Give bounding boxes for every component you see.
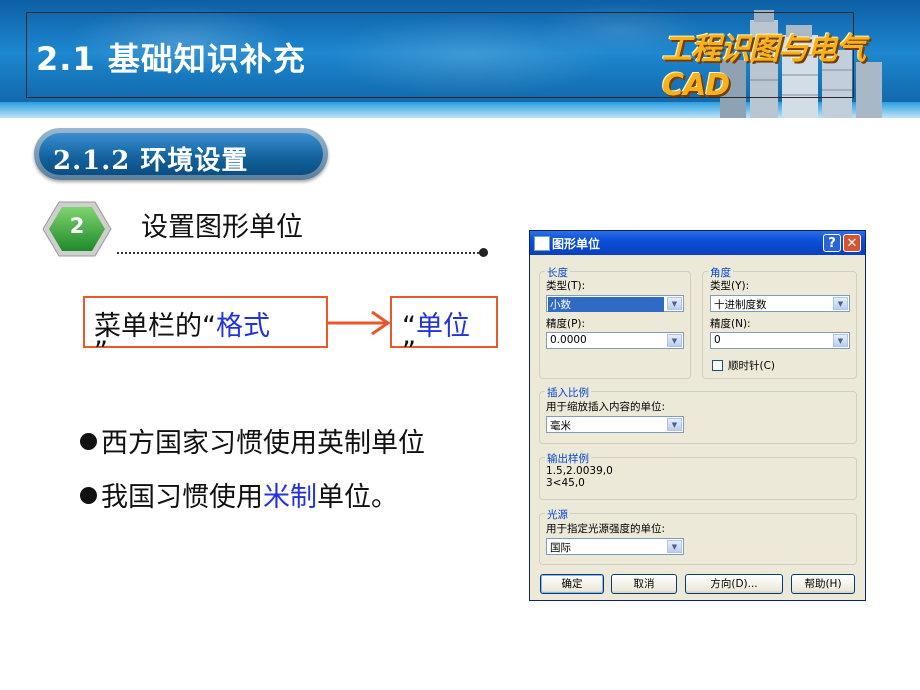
page-title: 2.1 基础知识补充 <box>36 40 306 78</box>
help-button[interactable]: 帮助(H) <box>791 574 855 594</box>
sample-line-2: 3<45,0 <box>546 477 585 489</box>
insertion-desc: 用于缩放插入内容的单位: <box>546 401 666 413</box>
bullet-item-imperial: 西方国家习惯使用英制单位 <box>80 421 425 460</box>
insertion-group-title: 插入比例 <box>545 385 591 400</box>
bullet-text: 西方国家习惯使用英制单位 <box>101 428 425 459</box>
cancel-button[interactable]: 取消 <box>611 574 677 594</box>
bullet-highlight: 米制 <box>263 482 317 513</box>
chevron-down-icon[interactable]: ▼ <box>667 540 682 553</box>
insertion-units-value: 毫米 <box>550 420 571 432</box>
angle-group: 角度 类型(Y): 十进制度数 ▼ 精度(N): 0 ▼ 顺时针(C) <box>702 265 857 379</box>
insertion-scale-group: 插入比例 用于缩放插入内容的单位: 毫米 ▼ <box>539 385 857 444</box>
menu-units-link: 单位 <box>416 311 470 342</box>
chevron-down-icon[interactable]: ▼ <box>667 297 682 310</box>
menu-path-format-text: 菜单栏的“格式 <box>94 304 270 343</box>
section-pill-inner: 2.1.2 环境设置 <box>39 133 323 176</box>
divider-end-dot <box>479 248 488 257</box>
step-title: 设置图形单位 <box>141 212 303 243</box>
dialog-title: 图形单位 <box>552 237 601 251</box>
close-quote-1: ” <box>94 336 108 367</box>
section-heading-pill: 2.1.2 环境设置 <box>34 128 328 180</box>
length-type-label: 类型(T): <box>546 280 586 292</box>
sample-group-title: 输出样例 <box>545 451 591 466</box>
bullet-text-after: 单位。 <box>317 482 398 513</box>
brand-logo-text: 工程识图与电气CAD <box>662 32 866 103</box>
bullet-dot-icon <box>80 433 97 450</box>
angle-precision-label: 精度(N): <box>710 318 751 330</box>
lighting-units-value: 国际 <box>550 542 571 554</box>
ok-button[interactable]: 确定 <box>540 574 604 594</box>
angle-type-select[interactable]: 十进制度数 ▼ <box>710 295 850 312</box>
help-icon[interactable]: ? <box>823 234 841 252</box>
angle-precision-value: 0 <box>714 334 721 346</box>
dotted-divider <box>117 252 483 254</box>
dialog-titlebar[interactable]: 图形单位 ? ✕ <box>530 231 865 255</box>
angle-type-label: 类型(Y): <box>710 280 750 292</box>
angle-type-value: 十进制度数 <box>714 299 767 311</box>
direction-button[interactable]: 方向(D)... <box>685 574 783 594</box>
chevron-down-icon[interactable]: ▼ <box>833 334 848 347</box>
angle-precision-select[interactable]: 0 ▼ <box>710 332 850 349</box>
lighting-units-select[interactable]: 国际 ▼ <box>546 538 684 555</box>
length-precision-value: 0.0000 <box>550 334 587 346</box>
length-type-select[interactable]: 小数 ▼ <box>546 295 684 312</box>
drawing-units-dialog: 图形单位 ? ✕ 长度 类型(T): 小数 ▼ 精度(P): 0.0000 ▼ … <box>529 230 866 601</box>
menu-format-link: 格式 <box>216 311 270 342</box>
chevron-down-icon[interactable]: ▼ <box>833 297 848 310</box>
menu-path-prefix: 菜单栏的“ <box>94 311 216 342</box>
bullet-dot-icon <box>80 487 97 504</box>
close-icon[interactable]: ✕ <box>843 234 861 252</box>
lighting-group: 光源 用于指定光源强度的单位: 国际 ▼ <box>539 507 857 565</box>
length-group: 长度 类型(T): 小数 ▼ 精度(P): 0.0000 ▼ <box>539 265 691 379</box>
section-heading: 2.1.2 环境设置 <box>53 146 249 176</box>
dialog-app-icon <box>534 236 550 251</box>
sample-output-group: 输出样例 1.5,2.0039,0 3<45,0 <box>539 451 857 500</box>
lighting-group-title: 光源 <box>545 507 570 522</box>
step-number: 2 <box>69 214 85 238</box>
lighting-desc: 用于指定光源强度的单位: <box>546 523 666 535</box>
chevron-down-icon[interactable]: ▼ <box>667 418 682 431</box>
length-type-value: 小数 <box>548 297 664 312</box>
close-quote-2: ” <box>402 336 416 367</box>
length-precision-select[interactable]: 0.0000 ▼ <box>546 332 684 349</box>
insertion-units-select[interactable]: 毫米 ▼ <box>546 416 684 433</box>
header-banner: 2.1 基础知识补充 工程识图与电气CAD <box>0 0 920 118</box>
chevron-down-icon[interactable]: ▼ <box>667 334 682 347</box>
clockwise-checkbox[interactable] <box>712 360 723 371</box>
right-arrow-icon <box>328 310 391 336</box>
bullet-text-before: 我国习惯使用 <box>101 482 263 513</box>
bullet-item-metric: 我国习惯使用米制单位。 <box>80 475 398 514</box>
sample-line-1: 1.5,2.0039,0 <box>546 465 613 477</box>
length-precision-label: 精度(P): <box>546 318 586 330</box>
clockwise-label[interactable]: 顺时针(C) <box>728 358 775 373</box>
